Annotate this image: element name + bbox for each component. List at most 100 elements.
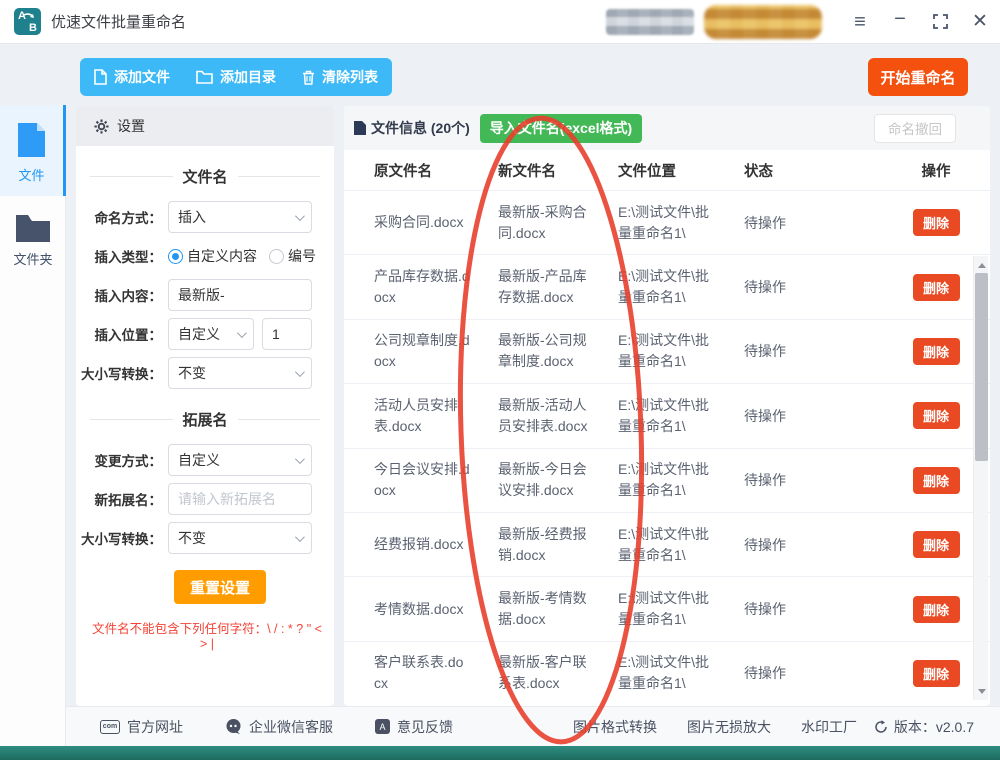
status-cell: 待操作	[744, 279, 786, 296]
redacted-vip-badge	[704, 4, 822, 39]
insert-position-number-input[interactable]: 1	[262, 318, 312, 350]
case-convert-select[interactable]: 不变	[168, 357, 312, 389]
scroll-down-icon[interactable]	[974, 684, 989, 698]
chevron-down-icon	[294, 453, 305, 464]
maximize-icon[interactable]	[920, 0, 960, 44]
old-filename-cell: 采购合同.docx	[374, 214, 464, 231]
ext-case-convert-row: 大小写转换： 不变	[76, 522, 322, 554]
radio-number[interactable]: 编号	[269, 246, 316, 266]
action-cell: 删除	[890, 273, 982, 301]
file-icon	[94, 69, 107, 85]
app-window: A B 优速文件批量重命名 ≡ − ✕ 添加文件 添加目录 清除列表 开始重命名…	[0, 0, 1000, 760]
insert-type-row: 插入类型： 自定义内容 编号	[94, 246, 317, 266]
vertical-scrollbar[interactable]	[973, 256, 988, 700]
title-bar: A B 优速文件批量重命名 ≡ − ✕	[0, 0, 1000, 44]
menu-icon[interactable]: ≡	[840, 0, 880, 44]
section-title-filename: 文件名	[90, 166, 320, 187]
file-location-cell: E:\测试文件\批量重命名1\	[618, 525, 710, 563]
delete-button[interactable]: 删除	[912, 659, 960, 687]
table-row: 今日会议安排.docx 最新版-今日会议安排.docx E:\测试文件\批量重命名1…	[344, 447, 990, 512]
status-cell: 待操作	[744, 472, 786, 489]
scroll-up-icon[interactable]	[974, 258, 989, 272]
status-cell: 待操作	[744, 665, 786, 682]
col-header-action: 操作	[921, 163, 951, 180]
delete-button[interactable]: 删除	[912, 466, 960, 494]
new-filename-cell: 最新版-经费报销.docx	[498, 525, 587, 563]
file-location-cell: E:\测试文件\批量重命名1\	[618, 268, 710, 306]
rename-undo-button: 命名撤回	[874, 113, 956, 143]
trash-icon	[303, 70, 314, 85]
case-convert-row: 大小写转换： 不变	[76, 357, 322, 389]
delete-button[interactable]: 删除	[912, 209, 960, 237]
delete-button[interactable]: 删除	[912, 531, 960, 559]
table-row: 公司规章制度.docx 最新版-公司规章制度.docx E:\测试文件\批量重命名1…	[344, 318, 990, 383]
chevron-down-icon	[294, 210, 305, 221]
new-filename-cell: 最新版-采购合同.docx	[498, 203, 587, 241]
action-cell: 删除	[890, 659, 982, 687]
file-blue-icon	[18, 123, 45, 157]
new-filename-cell: 最新版-今日会议安排.docx	[498, 461, 587, 499]
new-extension-input[interactable]: 请输入新拓展名	[168, 483, 312, 515]
new-filename-cell: 最新版-公司规章制度.docx	[498, 332, 587, 370]
action-cell: 删除	[890, 209, 982, 237]
delete-button[interactable]: 删除	[912, 273, 960, 301]
old-filename-cell: 产品库存数据.docx	[374, 268, 470, 306]
chevron-down-icon	[236, 327, 247, 338]
table-body: 采购合同.docx 最新版-采购合同.docx E:\测试文件\批量重命名1\ 待操作…	[344, 190, 990, 705]
change-method-select[interactable]: 自定义	[168, 444, 312, 476]
image-enlarge-link[interactable]: 图片无损放大	[687, 717, 771, 737]
sidebar-item-file[interactable]: 文件	[0, 105, 66, 196]
start-rename-button[interactable]: 开始重命名	[868, 58, 968, 96]
new-filename-cell: 最新版-活动人员安排表.docx	[498, 396, 588, 434]
clear-list-button[interactable]: 清除列表	[302, 67, 378, 87]
insert-content-row: 插入内容： 最新版-	[76, 279, 322, 311]
add-file-button[interactable]: 添加文件	[94, 67, 170, 87]
refresh-icon[interactable]	[874, 719, 888, 734]
status-cell: 待操作	[744, 343, 786, 360]
sidebar: 文件 文件夹	[0, 105, 66, 746]
delete-button[interactable]: 删除	[912, 402, 960, 430]
action-cell: 删除	[890, 531, 982, 559]
new-filename-cell: 最新版-产品库存数据.docx	[498, 268, 587, 306]
footer-bar: com 官方网址 企业微信客服 A 意见反馈 图片格式转换 图片无损放大 水印工…	[66, 706, 1000, 746]
chevron-down-icon	[294, 366, 305, 377]
table-row: 经费报销.docx 最新版-经费报销.docx E:\测试文件\批量重命名1\ 待操作…	[344, 511, 990, 576]
radio-custom-content[interactable]: 自定义内容	[168, 246, 257, 266]
folder-icon	[196, 70, 213, 84]
official-site-link[interactable]: com 官方网址	[100, 717, 183, 737]
minimize-icon[interactable]: −	[880, 0, 920, 44]
status-cell: 待操作	[744, 536, 786, 553]
version-info: 版本：v2.0.7	[874, 717, 974, 737]
sidebar-item-folder[interactable]: 文件夹	[0, 196, 66, 280]
file-table-panel: 文件信息 (20个) 导入文件名(excel格式) 命名撤回 原文件名 新文件名…	[344, 106, 990, 706]
feedback-link[interactable]: A 意见反馈	[375, 717, 453, 737]
action-cell: 删除	[890, 595, 982, 623]
ext-case-convert-select[interactable]: 不变	[168, 522, 312, 554]
file-location-cell: E:\测试文件\批量重命名1\	[618, 590, 710, 628]
watermark-link[interactable]: 水印工厂	[801, 717, 857, 737]
app-logo-icon: A B	[14, 8, 41, 35]
reset-settings-button[interactable]: 重置设置	[174, 570, 266, 604]
import-filenames-button[interactable]: 导入文件名(excel格式)	[479, 113, 643, 143]
insert-position-select[interactable]: 自定义	[168, 318, 254, 350]
status-cell: 待操作	[744, 407, 786, 424]
image-convert-link[interactable]: 图片格式转换	[573, 717, 657, 737]
naming-method-row: 命名方式： 插入	[76, 201, 322, 233]
new-filename-cell: 最新版-考情数据.docx	[498, 590, 587, 628]
insert-position-row: 插入位置： 自定义 1	[76, 318, 322, 350]
radio-icon	[269, 248, 284, 264]
delete-button[interactable]: 删除	[912, 337, 960, 365]
close-icon[interactable]: ✕	[960, 0, 1000, 44]
insert-content-input[interactable]: 最新版-	[168, 279, 312, 311]
scrollbar-thumb[interactable]	[975, 273, 988, 461]
delete-button[interactable]: 删除	[912, 595, 960, 623]
wechat-service-link[interactable]: 企业微信客服	[225, 717, 333, 737]
toolbar-button-group: 添加文件 添加目录 清除列表	[80, 58, 392, 96]
col-header-status: 状态	[744, 163, 773, 180]
settings-panel: 设置 文件名 命名方式： 插入 插入类型： 自定义内容 编号 插入内容： 最新版…	[76, 106, 334, 706]
change-method-row: 变更方式： 自定义	[76, 444, 322, 476]
add-directory-button[interactable]: 添加目录	[196, 67, 276, 87]
naming-method-select[interactable]: 插入	[168, 201, 312, 233]
settings-header: 设置	[76, 106, 334, 146]
chat-icon	[226, 719, 241, 734]
